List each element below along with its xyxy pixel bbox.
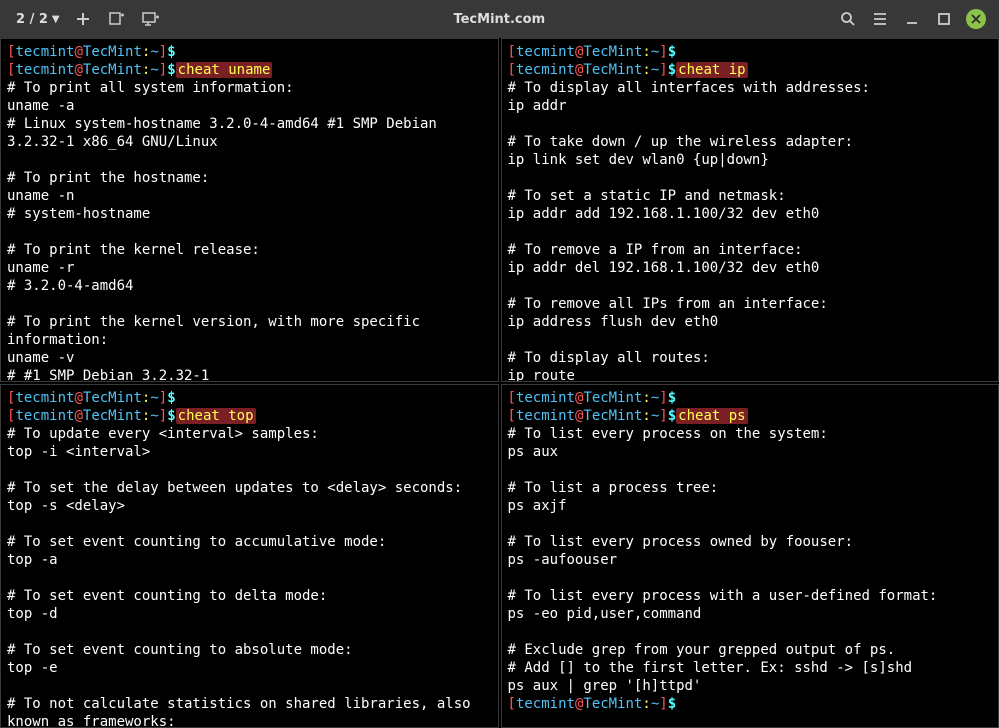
tab-indicator[interactable]: 2 / 2 ▼ — [8, 12, 64, 27]
window-title: TecMint.com — [166, 12, 833, 27]
new-tab-button[interactable] — [68, 4, 98, 34]
search-icon[interactable] — [833, 4, 863, 34]
titlebar-left-group: 2 / 2 ▼ — [8, 4, 166, 34]
close-icon — [966, 9, 986, 29]
broadcast-icon[interactable] — [136, 4, 166, 34]
titlebar-right-group — [833, 4, 991, 34]
menu-icon[interactable] — [865, 4, 895, 34]
maximize-button[interactable] — [929, 4, 959, 34]
terminal-pane-bottom-right[interactable]: [tecmint@TecMint:~]$ [tecmint@TecMint:~]… — [501, 384, 999, 728]
new-window-icon[interactable] — [102, 4, 132, 34]
terminal-pane-bottom-left[interactable]: [tecmint@TecMint:~]$ [tecmint@TecMint:~]… — [0, 384, 499, 728]
terminal-pane-top-right[interactable]: [tecmint@TecMint:~]$ [tecmint@TecMint:~]… — [501, 38, 999, 382]
chevron-down-icon: ▼ — [52, 14, 60, 25]
close-button[interactable] — [961, 4, 991, 34]
terminal-pane-top-left[interactable]: [tecmint@TecMint:~]$ [tecmint@TecMint:~]… — [0, 38, 499, 382]
terminal-pane-grid: [tecmint@TecMint:~]$ [tecmint@TecMint:~]… — [0, 38, 999, 728]
minimize-button[interactable] — [897, 4, 927, 34]
titlebar: 2 / 2 ▼ TecMint.com — [0, 0, 999, 38]
tab-count-text: 2 / 2 — [16, 12, 48, 27]
